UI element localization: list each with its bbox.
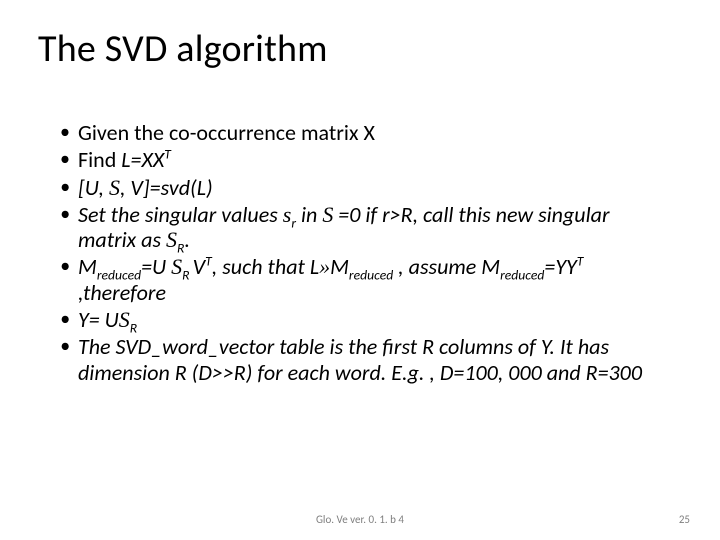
bullet-2: Find L=XXT	[60, 147, 670, 172]
b5-g: =YY	[544, 253, 576, 280]
bullet-6: Y= USR	[60, 307, 670, 332]
b5-sigma1: S	[171, 254, 182, 279]
b3-sigma: S	[109, 175, 120, 200]
slide-body: Given the co-occurrence matrix X Find L=…	[60, 120, 670, 387]
b2-sup: T	[164, 146, 171, 163]
b2-b: L=XX	[121, 146, 164, 173]
b5-sub-R1: R	[182, 267, 192, 284]
b5-b: =U	[141, 253, 171, 280]
b4-d: .	[184, 226, 190, 253]
bullet-4: Set the singular values sr in S =0 if r>…	[60, 202, 670, 253]
slide: The SVD algorithm Given the co-occurrenc…	[0, 0, 720, 540]
b6-a: Y= U	[78, 306, 119, 333]
b7-a: The SVD_word_vector table is the first R…	[78, 333, 642, 385]
b2-a: Find	[78, 146, 121, 173]
slide-number: 25	[679, 513, 690, 526]
b5-sup-T2: T	[577, 253, 584, 270]
b5-sub-red2: reduced	[349, 267, 393, 284]
b5-f: , assume M	[393, 253, 500, 280]
bullet-3: [U, S, V]=svd(L)	[60, 175, 670, 200]
approx-icon: »	[319, 254, 330, 279]
b5-d: , such that L	[212, 253, 319, 280]
b4-a: Set the singular values	[78, 201, 283, 228]
footer-center: Glo. Ve ver. 0. 1. b 4	[0, 513, 720, 526]
b4-sigma3: S	[166, 227, 177, 252]
b5-a: M	[78, 253, 97, 280]
b5-c: V	[193, 253, 205, 280]
b6-sigma: S	[119, 307, 130, 332]
b3-b: , V]=svd(L)	[120, 174, 213, 201]
bullet-1: Given the co-occurrence matrix X	[60, 120, 670, 145]
bullet-7: The SVD_word_vector table is the first R…	[60, 334, 670, 385]
b5-sub-red3: reduced	[500, 267, 544, 284]
slide-title: The SVD algorithm	[38, 26, 328, 72]
b4-sigma2: S	[322, 202, 333, 227]
bullet-5: Mreduced=U SR VT, such that L»Mreduced ,…	[60, 254, 670, 305]
bullet-list: Given the co-occurrence matrix X Find L=…	[60, 120, 670, 385]
b5-h: ,therefore	[78, 279, 166, 306]
b1-text: Given the co-occurrence matrix X	[78, 119, 375, 146]
b4-b: in	[296, 201, 322, 228]
b5-e: M	[330, 253, 349, 280]
b3-a: [U,	[78, 174, 109, 201]
b5-sup-T1: T	[205, 253, 212, 270]
